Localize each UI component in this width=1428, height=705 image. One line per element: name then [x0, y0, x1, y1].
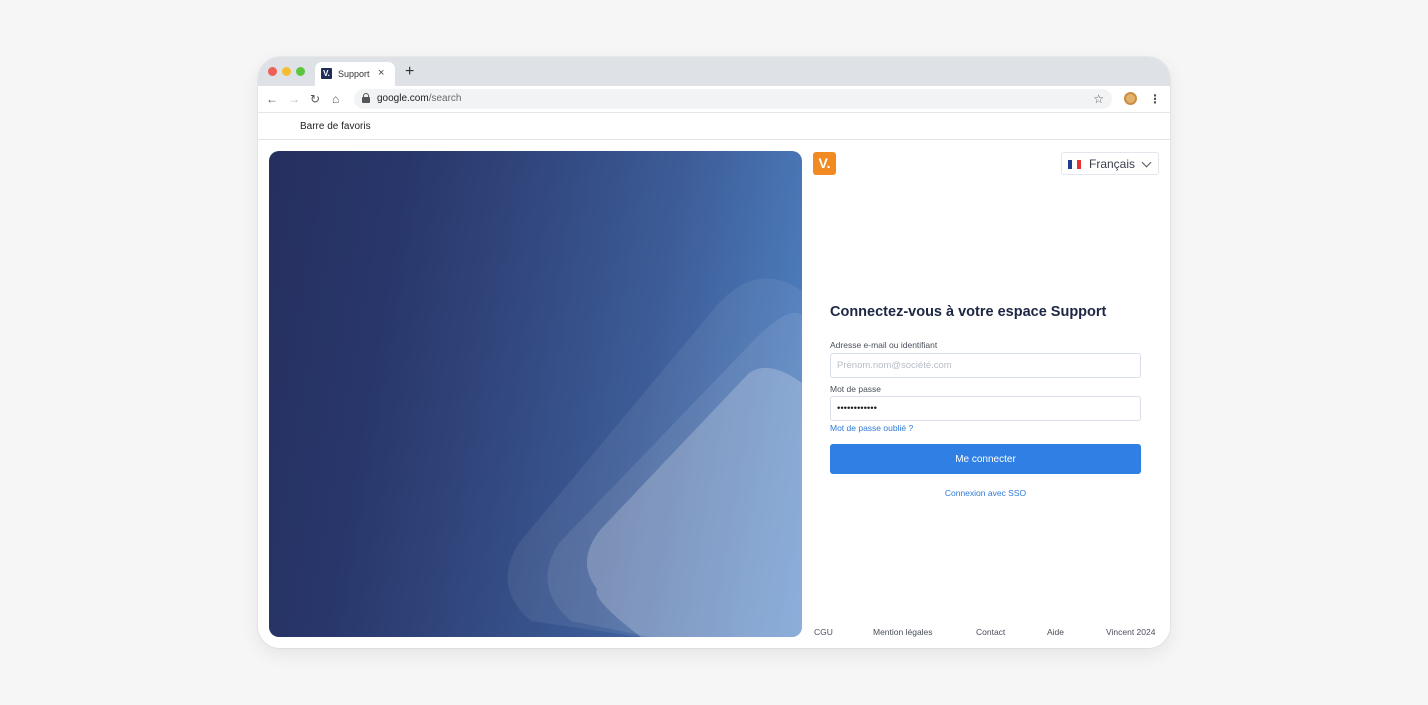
tab-title: Support	[338, 69, 370, 79]
profile-avatar-icon[interactable]	[1124, 92, 1137, 105]
bookmarks-bar: Barre de favoris	[258, 114, 1170, 140]
page-title: Connectez-vous à votre espace Support	[830, 304, 1107, 320]
footer-copyright: Vincent 2024	[1106, 627, 1156, 637]
bookmark-star-icon[interactable]: ☆	[1093, 91, 1104, 107]
close-tab-icon[interactable]: ×	[378, 67, 384, 79]
email-field[interactable]	[830, 353, 1141, 378]
hero-shapes-illustration	[507, 278, 802, 637]
sso-login-link[interactable]: Connexion avec SSO	[830, 488, 1141, 498]
tab-favicon-icon: V.	[321, 68, 332, 79]
address-bar[interactable]: google.com/search ☆	[354, 89, 1112, 109]
login-button[interactable]: Me connecter	[830, 444, 1141, 474]
language-label: Français	[1089, 157, 1136, 171]
url-path: /search	[428, 93, 462, 104]
brand-logo: V.	[813, 152, 836, 175]
password-field[interactable]	[830, 396, 1141, 421]
forward-arrow-icon[interactable]: →	[288, 91, 300, 107]
minimize-window-button[interactable]	[282, 67, 291, 76]
bookmarks-label: Barre de favoris	[300, 121, 371, 132]
hero-panel	[269, 151, 802, 637]
footer-link-legal[interactable]: Mention légales	[873, 627, 933, 637]
new-tab-icon[interactable]: +	[405, 62, 414, 82]
browser-window: V. Support × + ← → ↻ ⌂ google.com/search…	[258, 57, 1170, 648]
login-page: V. Français Connectez-vous à votre espac…	[258, 140, 1170, 648]
home-icon[interactable]: ⌂	[332, 91, 339, 107]
tab-strip: V. Support × +	[258, 57, 1170, 86]
language-select[interactable]: Français	[1061, 152, 1159, 175]
forgot-password-link[interactable]: Mot de passe oublié ?	[830, 423, 913, 433]
password-label: Mot de passe	[830, 384, 882, 394]
browser-toolbar: ← → ↻ ⌂ google.com/search ☆ ⋮	[258, 86, 1170, 113]
back-arrow-icon[interactable]: ←	[266, 91, 278, 107]
lock-icon	[362, 93, 370, 103]
url-text: google.com/search	[377, 93, 462, 105]
reload-icon[interactable]: ↻	[310, 91, 320, 107]
footer-link-contact[interactable]: Contact	[976, 627, 1005, 637]
close-window-button[interactable]	[268, 67, 277, 76]
footer-link-help[interactable]: Aide	[1047, 627, 1064, 637]
footer-link-cgu[interactable]: CGU	[814, 627, 833, 637]
menu-kebab-icon[interactable]: ⋮	[1149, 91, 1161, 107]
url-host: google.com	[377, 93, 429, 104]
france-flag-icon	[1068, 160, 1081, 169]
tab-support[interactable]: V. Support ×	[315, 62, 395, 86]
chevron-down-icon	[1141, 157, 1152, 168]
maximize-window-button[interactable]	[296, 67, 305, 76]
email-label: Adresse e-mail ou identifiant	[830, 340, 938, 350]
